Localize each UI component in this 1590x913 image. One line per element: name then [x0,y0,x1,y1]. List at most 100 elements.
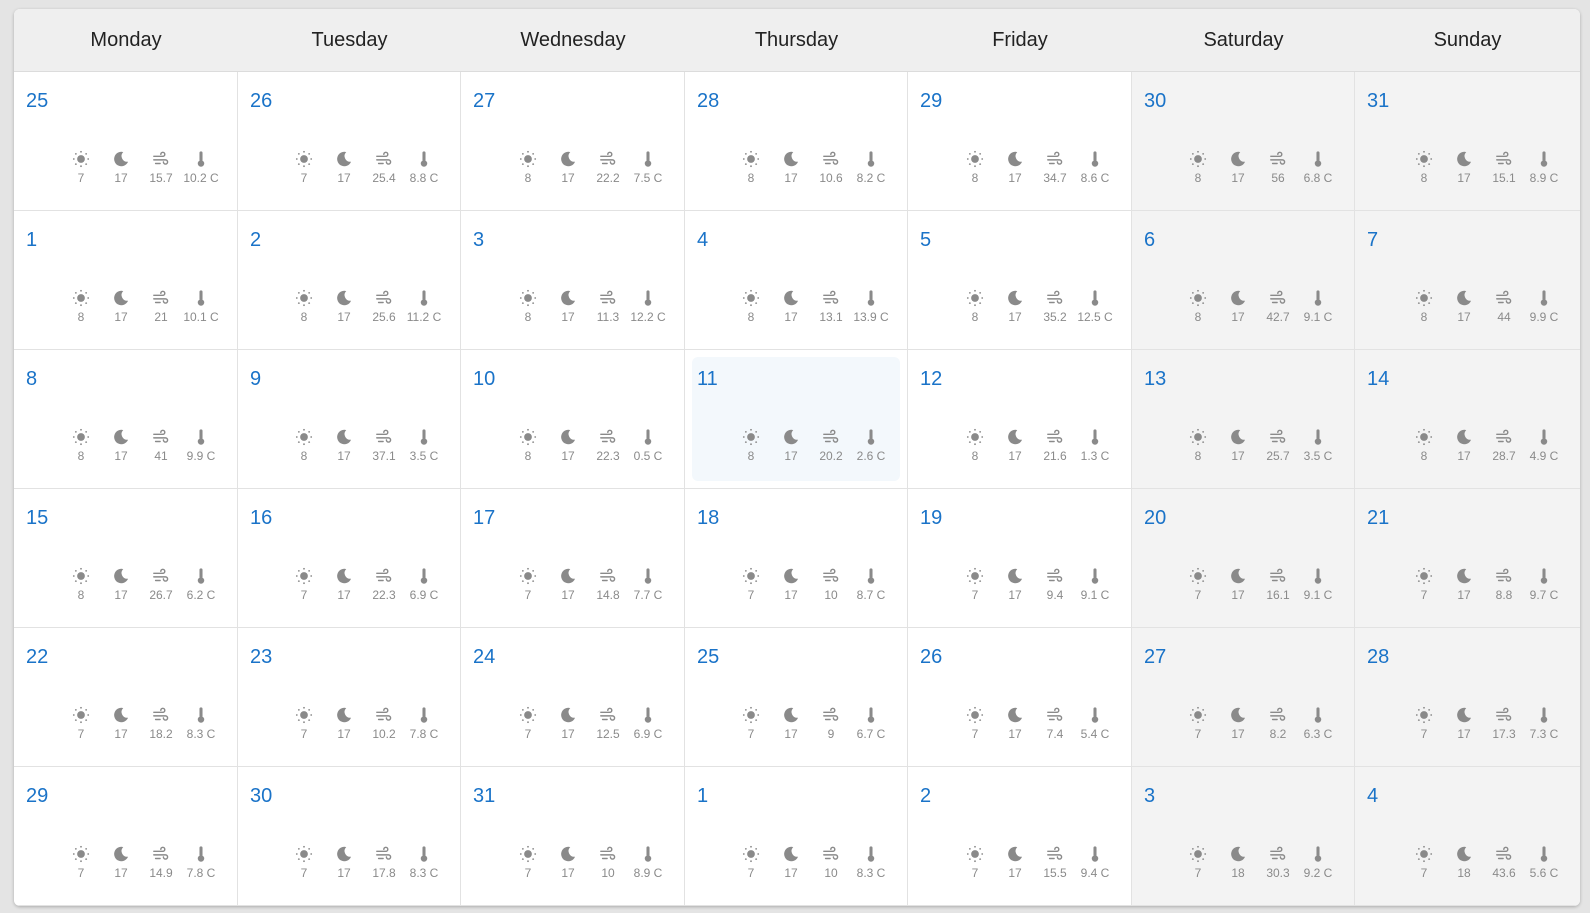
day-cell[interactable]: 29 8 17 34.7 8.6 C [908,72,1132,211]
day-number[interactable]: 26 [250,90,272,113]
day-number[interactable]: 15 [26,507,48,530]
day-cell[interactable]: 23 7 17 10.2 7.8 C [238,628,461,767]
day-cell[interactable]: 25 7 17 [14,72,238,211]
sunrise-item: 7 [508,845,548,880]
day-cell[interactable]: 7 8 17 44 9.9 C [1355,211,1580,350]
day-number[interactable]: 25 [697,646,719,669]
temperature-value: 6.7 C [856,727,886,741]
moon-icon [1231,429,1246,445]
day-number[interactable]: 27 [1144,646,1166,669]
day-number[interactable]: 12 [920,368,942,391]
day-number[interactable]: 31 [1367,90,1389,113]
day-number[interactable]: 4 [697,229,708,252]
day-number[interactable]: 4 [1367,785,1378,808]
day-cell[interactable]: 24 7 17 12.5 6.9 C [461,628,685,767]
day-cell[interactable]: 28 7 17 17.3 7.3 C [1355,628,1580,767]
weather-summary: 7 17 18.2 8.3 C [61,706,221,741]
day-number[interactable]: 3 [1144,785,1155,808]
day-cell[interactable]: 26 7 17 [238,72,461,211]
day-number[interactable]: 2 [920,785,931,808]
day-cell[interactable]: 29 7 17 14.9 7.8 C [14,767,238,906]
wind-item: 25.7 [1258,428,1298,463]
day-cell[interactable]: 10 8 17 22.3 0.5 C [461,350,685,489]
day-number[interactable]: 24 [473,646,495,669]
day-number[interactable]: 27 [473,90,495,113]
sun-icon [72,289,90,307]
day-number[interactable]: 7 [1367,229,1378,252]
day-number[interactable]: 3 [473,229,484,252]
sun-icon [295,428,313,446]
day-cell[interactable]: 22 7 17 18.2 8.3 C [14,628,238,767]
day-cell[interactable]: 30 7 17 17.8 8.3 C [238,767,461,906]
day-number[interactable]: 1 [697,785,708,808]
day-number[interactable]: 13 [1144,368,1166,391]
day-cell[interactable]: 16 7 17 22.3 6.9 C [238,489,461,628]
day-number[interactable]: 16 [250,507,272,530]
sun-icon [72,845,90,863]
day-cell[interactable]: 14 8 17 28.7 4.9 C [1355,350,1580,489]
moon-icon [561,429,576,445]
thermometer-icon [867,290,875,306]
day-cell[interactable]: 2 8 17 25.6 11.2 C [238,211,461,350]
day-cell[interactable]: 30 8 17 56 6.8 C [1132,72,1355,211]
day-cell[interactable]: 8 8 17 41 9.9 C [14,350,238,489]
day-number[interactable]: 30 [250,785,272,808]
day-cell[interactable]: 31 8 17 15.1 8.9 C [1355,72,1580,211]
day-cell[interactable]: 13 8 17 25.7 3.5 C [1132,350,1355,489]
weather-summary: 7 17 10 [508,845,668,880]
sunrise-item: 7 [955,706,995,741]
day-number[interactable]: 26 [920,646,942,669]
day-number[interactable]: 31 [473,785,495,808]
day-cell[interactable]: 1 7 17 10 8.3 C [685,767,908,906]
day-number[interactable]: 22 [26,646,48,669]
day-cell[interactable]: 6 8 17 42.7 9.1 C [1132,211,1355,350]
day-number[interactable]: 10 [473,368,495,391]
day-number[interactable]: 17 [473,507,495,530]
day-cell[interactable]: 20 7 17 16.1 9.1 C [1132,489,1355,628]
day-number[interactable]: 1 [26,229,37,252]
day-cell[interactable]: 9 8 17 37.1 3.5 C [238,350,461,489]
day-cell[interactable]: 25 7 17 [685,628,908,767]
day-cell[interactable]: 5 8 17 35.2 12.5 C [908,211,1132,350]
day-cell[interactable]: 27 8 17 22.2 7.5 C [461,72,685,211]
wind-value: 8.8 [1495,588,1513,602]
day-cell[interactable]: 21 7 17 8.8 9.7 C [1355,489,1580,628]
day-number[interactable]: 28 [697,90,719,113]
day-cell[interactable]: 19 7 17 9.4 9.1 C [908,489,1132,628]
day-cell[interactable]: 1 8 17 21 10.1 C [14,211,238,350]
day-number[interactable]: 6 [1144,229,1155,252]
weather-summary: 8 17 25.7 3.5 C [1178,428,1338,463]
weather-summary: 8 17 35.2 12.5 C [955,289,1115,324]
day-number[interactable]: 21 [1367,507,1389,530]
day-number[interactable]: 20 [1144,507,1166,530]
day-number[interactable]: 28 [1367,646,1389,669]
day-cell[interactable]: 2 7 17 15.5 9.4 C [908,767,1132,906]
day-number[interactable]: 25 [26,90,48,113]
day-number[interactable]: 19 [920,507,942,530]
day-number[interactable]: 11 [697,368,718,391]
day-number[interactable]: 23 [250,646,272,669]
day-number[interactable]: 29 [920,90,942,113]
day-number[interactable]: 5 [920,229,931,252]
wind-item: 8.8 [1484,567,1524,602]
day-cell[interactable]: 15 8 17 26.7 6.2 C [14,489,238,628]
day-cell[interactable]: 18 7 17 10 8.7 C [685,489,908,628]
day-cell[interactable]: 11 8 17 20.2 2.6 C [685,350,908,489]
day-cell[interactable]: 3 7 18 30.3 9.2 C [1132,767,1355,906]
day-cell[interactable]: 26 7 17 [908,628,1132,767]
day-number[interactable]: 9 [250,368,261,391]
day-number[interactable]: 2 [250,229,261,252]
day-number[interactable]: 14 [1367,368,1389,391]
day-number[interactable]: 29 [26,785,48,808]
day-number[interactable]: 8 [26,368,37,391]
day-cell[interactable]: 17 7 17 14.8 7.7 C [461,489,685,628]
day-cell[interactable]: 4 7 18 43.6 5.6 C [1355,767,1580,906]
day-cell[interactable]: 28 8 17 10.6 8.2 C [685,72,908,211]
day-cell[interactable]: 4 8 17 13.1 13.9 C [685,211,908,350]
day-cell[interactable]: 3 8 17 11.3 12.2 C [461,211,685,350]
day-number[interactable]: 30 [1144,90,1166,113]
day-cell[interactable]: 12 8 17 21.6 1.3 C [908,350,1132,489]
day-number[interactable]: 18 [697,507,719,530]
day-cell[interactable]: 31 7 17 10 8.9 C [461,767,685,906]
day-cell[interactable]: 27 7 17 8.2 6.3 C [1132,628,1355,767]
